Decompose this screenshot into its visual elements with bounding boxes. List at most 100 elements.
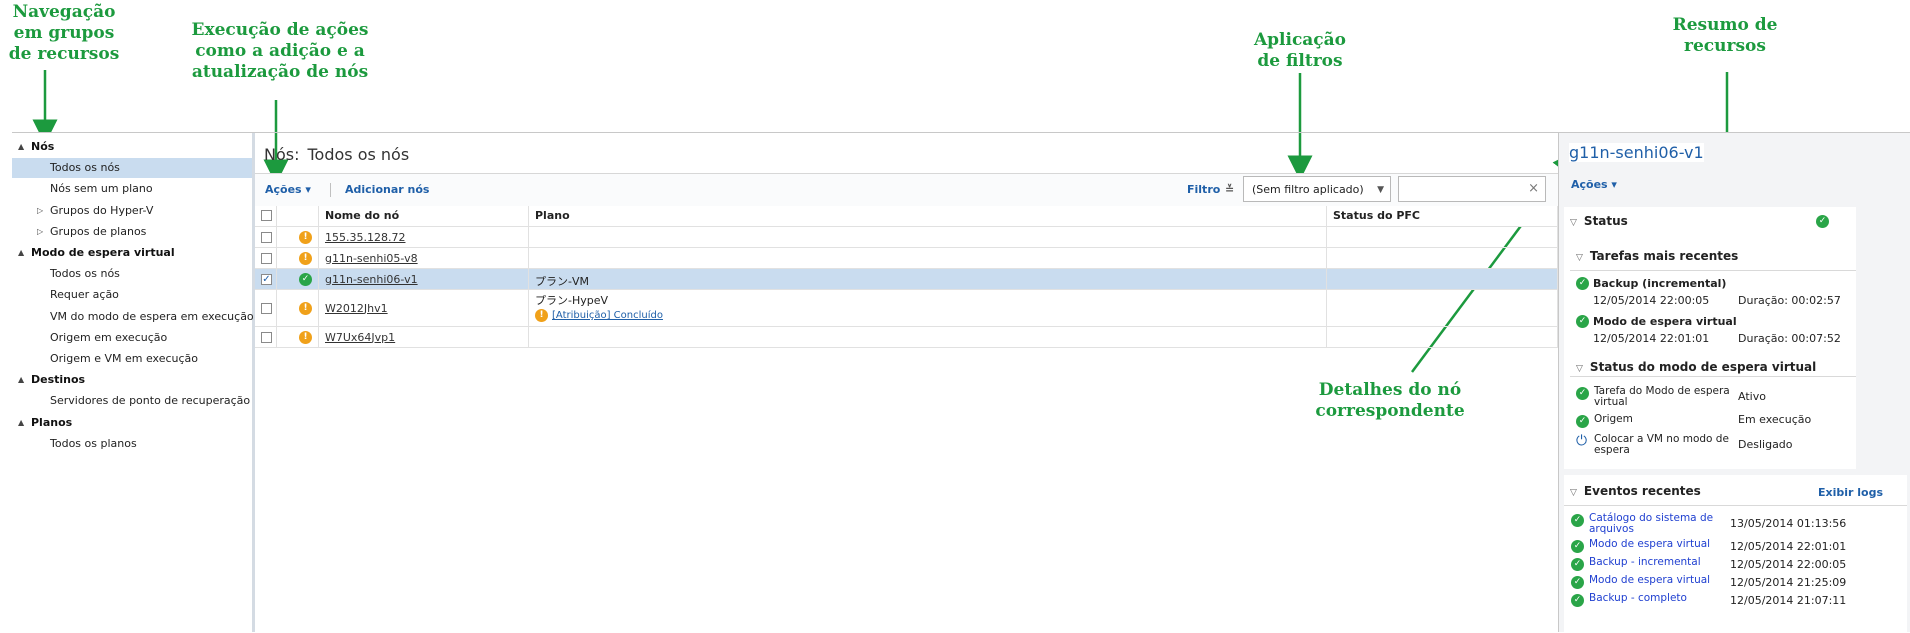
collapse-triangle-icon[interactable]: ▲ (18, 137, 24, 157)
event-ok-icon: ✓ (1571, 558, 1584, 571)
event-time: 12/05/2014 22:01:01 (1730, 540, 1847, 553)
recent-tasks-header[interactable]: ▽ Tarefas mais recentes (1576, 249, 1738, 263)
add-nodes-button[interactable]: Adicionar nós (345, 183, 429, 196)
plan-cell: プラン-HypeV! [Atribuição] Concluído (529, 290, 1327, 326)
status-warning-icon: ! (299, 330, 312, 344)
divider (1564, 505, 1907, 506)
table-row[interactable]: ! 155.35.128.72 (255, 227, 1558, 248)
tree-item-label: Grupos do Hyper-V (50, 203, 154, 217)
status-cell: ! (277, 290, 319, 326)
checkbox-cell: ✓ (255, 269, 277, 289)
tree-item-label: Todos os nós (50, 161, 120, 175)
page-title: Nós: Todos os nós (264, 145, 410, 164)
filter-button[interactable]: Filtro (1187, 183, 1220, 196)
tree-item[interactable]: Origem e VM em execução (12, 349, 252, 369)
divider (1570, 270, 1856, 271)
chevron-down-icon: ▼ (1377, 185, 1384, 195)
view-logs-link[interactable]: Exibir logs (1818, 486, 1883, 499)
node-name-link[interactable]: 155.35.128.72 (325, 231, 405, 244)
node-name-link[interactable]: g11n-senhi06-v1 (325, 273, 418, 286)
pfc-status-cell (1327, 269, 1558, 289)
collapse-triangle-icon[interactable]: ▲ (18, 370, 24, 390)
tree-item[interactable]: ▷ Grupos de planos (12, 222, 252, 242)
status-warning-icon: ! (299, 230, 312, 244)
header-cell[interactable]: Plano (529, 206, 1327, 226)
power-icon: ⏻ (1576, 433, 1588, 449)
collapse-triangle-icon[interactable]: ▲ (18, 413, 24, 433)
tree-item[interactable]: ▲ Planos (12, 413, 252, 433)
expand-triangle-icon[interactable]: ▷ (37, 222, 43, 242)
standby-status-label: espera (1594, 444, 1630, 456)
tree-item[interactable]: ▲ Modo de espera virtual (12, 243, 252, 263)
event-link[interactable]: arquivos (1589, 523, 1634, 535)
tree-item[interactable]: ▲ Destinos (12, 370, 252, 390)
node-name-cell: g11n-senhi05-v8 (319, 248, 529, 268)
recent-events-header[interactable]: ▽ Eventos recentes (1570, 484, 1701, 498)
tree-item-label: Todos os nós (50, 267, 120, 281)
pfc-status-cell (1327, 227, 1558, 247)
selected-node-title: g11n-senhi06-v1 (1569, 143, 1704, 162)
status-warning-icon: ! (299, 301, 312, 315)
toolbar-separator (330, 183, 331, 197)
task-duration: Duração: 00:02:57 (1738, 294, 1841, 307)
assignment-status-link[interactable]: [Atribuição] Concluído (552, 310, 663, 321)
collapse-icon: ▽ (1576, 253, 1583, 263)
virtual-standby-status-header[interactable]: ▽ Status do modo de espera virtual (1576, 360, 1816, 374)
tree-item[interactable]: VM do modo de espera em execução (12, 307, 254, 327)
table-row[interactable]: ! g11n-senhi05-v8 (255, 248, 1558, 269)
plan-cell: プラン-VM (529, 269, 1327, 289)
header-cell[interactable]: Status do PFC (1327, 206, 1558, 226)
recent-events-section: ▽ Eventos recentes Exibir logs ✓ Catálogo … (1564, 475, 1907, 632)
row-checkbox[interactable] (261, 331, 272, 343)
event-link[interactable]: Backup - incremental (1589, 556, 1701, 568)
tree-item[interactable]: ▲ Nós (12, 137, 252, 157)
tree-item[interactable]: Todos os planos (12, 434, 252, 454)
node-name-link[interactable]: W7Ux64Jvp1 (325, 331, 395, 344)
filter-select[interactable]: (Sem filtro aplicado) ▼ (1243, 176, 1391, 202)
standby-status-value: Ativo (1738, 390, 1766, 403)
event-link[interactable]: Modo de espera virtual (1589, 538, 1710, 550)
plan-name: プラン-HypeV (535, 294, 609, 307)
row-checkbox[interactable] (261, 231, 272, 243)
tree-item[interactable]: Nós sem um plano (12, 179, 252, 199)
table-row[interactable]: ! W2012Jhv1 プラン-HypeV! [Atribuição] Concluí… (255, 290, 1558, 327)
pfc-status-cell (1327, 290, 1558, 326)
tree-item[interactable]: Todos os nós (12, 158, 252, 179)
pfc-status-cell (1327, 327, 1558, 347)
actions-menu-button[interactable]: Ações ▾ (265, 183, 311, 196)
event-link[interactable]: Modo de espera virtual (1589, 574, 1710, 586)
header-cell[interactable]: Nome do nó (319, 206, 529, 226)
filter-search-input[interactable]: × (1398, 176, 1546, 202)
clear-icon[interactable]: × (1528, 181, 1539, 196)
checkbox-cell (255, 290, 277, 326)
status-header[interactable]: ▽ Status (1570, 214, 1628, 228)
status-ok-icon: ✓ (299, 272, 312, 286)
event-ok-icon: ✓ (1571, 594, 1584, 607)
nodes-panel: Nós: Todos os nós Ações ▾ Adicionar nós F… (255, 133, 1559, 632)
tree-item[interactable]: ▷ Grupos do Hyper-V (12, 201, 252, 221)
filter-toggle-icon[interactable]: ≚ (1225, 183, 1234, 196)
select-all-checkbox[interactable] (261, 210, 272, 221)
node-name-link[interactable]: g11n-senhi05-v8 (325, 252, 418, 265)
tree-item[interactable]: Servidores de ponto de recuperação (12, 391, 252, 411)
tree-item[interactable]: Requer ação (12, 285, 252, 305)
table-row[interactable]: ✓ ✓ g11n-senhi06-v1 プラン-VM (255, 269, 1558, 290)
checkbox-cell (255, 327, 277, 347)
callout-summary: Resumo de recursos (1672, 15, 1778, 56)
collapse-icon: ▽ (1576, 364, 1583, 374)
status-cell: ✓ (277, 269, 319, 289)
collapse-triangle-icon[interactable]: ▲ (18, 243, 24, 263)
node-name-link[interactable]: W2012Jhv1 (325, 302, 388, 315)
expand-triangle-icon[interactable]: ▷ (37, 201, 43, 221)
event-link[interactable]: Backup - completo (1589, 592, 1687, 604)
tree-item[interactable]: Todos os nós (12, 264, 252, 284)
table-row[interactable]: ! W7Ux64Jvp1 (255, 327, 1558, 348)
summary-actions-button[interactable]: Ações ▾ (1571, 178, 1617, 191)
resource-navigation-tree: ▲ Nós Todos os nós Nós sem um plano ▷ Grupos … (12, 133, 255, 632)
recent-tasks-section: ▽ Tarefas mais recentes ✓ Backup (incremen… (1570, 239, 1856, 469)
row-checkbox[interactable]: ✓ (261, 273, 272, 285)
row-checkbox[interactable] (261, 302, 272, 314)
row-checkbox[interactable] (261, 252, 272, 264)
plan-cell (529, 227, 1327, 247)
tree-item[interactable]: Origem em execução (12, 328, 252, 348)
